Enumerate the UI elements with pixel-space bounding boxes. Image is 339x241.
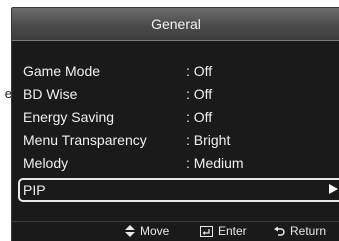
navigation-hint-bar: Move Enter Return — [12, 221, 339, 241]
submenu-arrow-icon — [329, 184, 338, 194]
hint-return-label: Return — [290, 224, 327, 238]
menu-title-bar: General — [12, 8, 339, 41]
menu-item-label: Melody — [23, 154, 69, 171]
menu-item-value: : Bright — [186, 131, 231, 148]
menu-title: General — [151, 16, 201, 32]
move-updown-icon — [125, 225, 135, 237]
menu-list: Game Mode : Off BD Wise : Off Energy Sav… — [12, 59, 339, 202]
hint-move: Move — [125, 224, 169, 238]
menu-item-pip-selected[interactable]: PIP — [18, 178, 339, 202]
menu-item-label: BD Wise — [23, 85, 78, 102]
menu-item-label: Menu Transparency — [23, 131, 147, 148]
menu-item-value: : Medium — [186, 154, 244, 171]
menu-item-value: : Off — [186, 108, 213, 125]
menu-item-label: Game Mode — [23, 62, 101, 79]
enter-icon — [200, 225, 213, 237]
hint-enter: Enter — [200, 224, 247, 238]
menu-item-value: : Off — [186, 62, 213, 79]
menu-item-melody[interactable]: Melody : Medium — [12, 151, 339, 174]
menu-item-bd-wise[interactable]: BD Wise : Off — [12, 82, 339, 105]
menu-item-label: PIP — [23, 182, 46, 198]
menu-item-label: Energy Saving — [23, 108, 115, 125]
menu-item-value: : Off — [186, 85, 213, 102]
hint-move-label: Move — [140, 224, 170, 238]
settings-menu-window: General Game Mode : Off BD Wise : Off En… — [11, 7, 339, 241]
hint-return: Return — [274, 224, 326, 238]
hint-enter-label: Enter — [218, 224, 247, 238]
menu-item-menu-transparency[interactable]: Menu Transparency : Bright — [12, 128, 339, 151]
return-icon — [274, 226, 285, 236]
menu-item-energy-saving[interactable]: Energy Saving : Off — [12, 105, 339, 128]
menu-item-game-mode[interactable]: Game Mode : Off — [12, 59, 339, 82]
